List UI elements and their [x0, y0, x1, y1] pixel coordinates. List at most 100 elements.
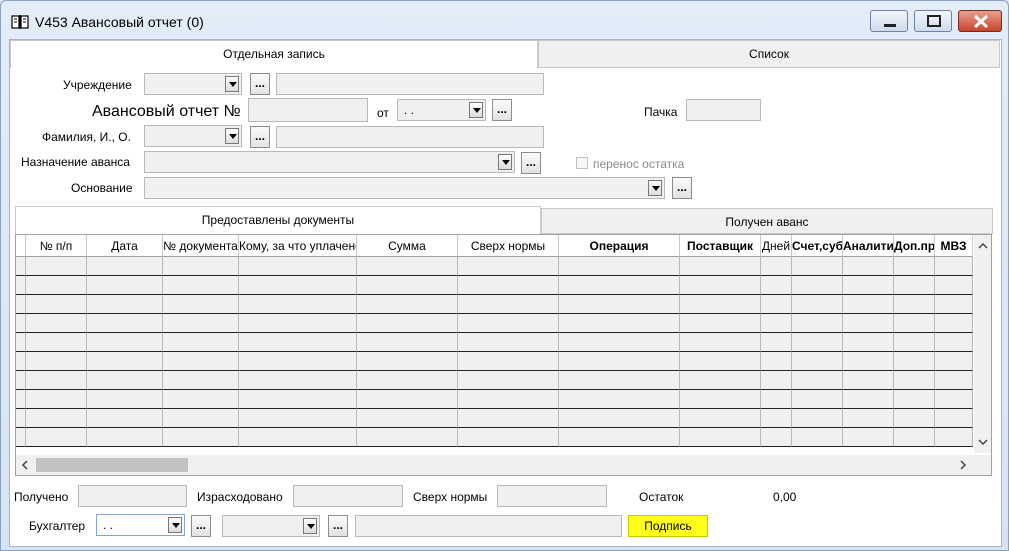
table-cell[interactable] — [843, 314, 894, 333]
tab-single-record[interactable]: Отдельная запись — [10, 40, 538, 68]
table-cell[interactable] — [792, 257, 843, 276]
table-cell[interactable] — [761, 371, 792, 390]
table-cell[interactable] — [843, 390, 894, 409]
table-cell[interactable] — [357, 390, 458, 409]
table-cell[interactable] — [458, 409, 559, 428]
chevron-down-icon[interactable] — [225, 76, 239, 92]
table-cell[interactable] — [559, 333, 680, 352]
table-cell[interactable] — [792, 352, 843, 371]
table-cell[interactable] — [559, 257, 680, 276]
table-cell[interactable] — [163, 409, 239, 428]
table-cell[interactable] — [761, 276, 792, 295]
table-cell[interactable] — [357, 314, 458, 333]
table-cell[interactable] — [87, 276, 163, 295]
table-cell[interactable] — [894, 428, 935, 447]
table-cell[interactable] — [843, 428, 894, 447]
chevron-left-icon[interactable] — [16, 455, 34, 475]
table-cell[interactable] — [761, 333, 792, 352]
pack-field[interactable] — [686, 99, 761, 121]
name-field[interactable] — [276, 126, 544, 148]
table-cell[interactable] — [935, 333, 973, 352]
grid-column-header[interactable]: Дата — [87, 235, 163, 257]
table-cell[interactable] — [935, 276, 973, 295]
table-cell[interactable] — [163, 390, 239, 409]
table-cell[interactable] — [680, 314, 761, 333]
horizontal-scroll-thumb[interactable] — [36, 458, 188, 472]
table-cell[interactable] — [87, 352, 163, 371]
table-cell[interactable] — [935, 257, 973, 276]
chevron-down-icon[interactable] — [303, 518, 317, 534]
table-cell[interactable] — [894, 409, 935, 428]
accountant-date-combo[interactable]: . . — [96, 514, 185, 536]
table-cell[interactable] — [680, 409, 761, 428]
sign-button[interactable]: Подпись — [628, 515, 708, 537]
table-cell[interactable] — [894, 352, 935, 371]
table-cell[interactable] — [761, 409, 792, 428]
table-cell[interactable] — [680, 333, 761, 352]
grid-column-header[interactable]: МВЗ — [935, 235, 973, 257]
report-number-field[interactable] — [248, 98, 368, 122]
table-cell[interactable] — [87, 257, 163, 276]
table-cell[interactable] — [357, 352, 458, 371]
table-cell[interactable] — [792, 295, 843, 314]
chevron-down-icon[interactable] — [225, 128, 239, 144]
table-cell[interactable] — [761, 352, 792, 371]
table-cell[interactable] — [163, 371, 239, 390]
table-cell[interactable] — [680, 371, 761, 390]
table-cell[interactable] — [843, 276, 894, 295]
table-cell[interactable] — [458, 390, 559, 409]
table-cell[interactable] — [26, 428, 87, 447]
table-cell[interactable] — [680, 295, 761, 314]
row-indicator[interactable] — [16, 371, 26, 390]
table-cell[interactable] — [239, 428, 357, 447]
row-indicator[interactable] — [16, 257, 26, 276]
table-cell[interactable] — [26, 333, 87, 352]
tab-documents-provided[interactable]: Предоставлены документы — [15, 206, 541, 234]
table-cell[interactable] — [87, 409, 163, 428]
table-cell[interactable] — [792, 314, 843, 333]
table-cell[interactable] — [239, 295, 357, 314]
table-cell[interactable] — [163, 314, 239, 333]
institution-name-field[interactable] — [276, 73, 544, 95]
table-cell[interactable] — [26, 371, 87, 390]
table-cell[interactable] — [239, 390, 357, 409]
row-indicator[interactable] — [16, 352, 26, 371]
grid-column-header[interactable]: Сумма — [357, 235, 458, 257]
table-cell[interactable] — [680, 390, 761, 409]
table-cell[interactable] — [239, 314, 357, 333]
accountant-name-field[interactable] — [355, 515, 622, 537]
table-cell[interactable] — [458, 257, 559, 276]
table-cell[interactable] — [843, 257, 894, 276]
table-cell[interactable] — [559, 314, 680, 333]
table-cell[interactable] — [26, 390, 87, 409]
row-indicator[interactable] — [16, 276, 26, 295]
table-cell[interactable] — [894, 390, 935, 409]
table-cell[interactable] — [761, 390, 792, 409]
table-cell[interactable] — [761, 428, 792, 447]
report-date-combo[interactable]: . . — [397, 99, 486, 121]
table-cell[interactable] — [163, 257, 239, 276]
table-cell[interactable] — [357, 333, 458, 352]
row-indicator[interactable] — [16, 333, 26, 352]
tab-advance-received[interactable]: Получен аванс — [541, 208, 993, 234]
vertical-scrollbar[interactable] — [974, 235, 991, 453]
table-cell[interactable] — [761, 295, 792, 314]
table-cell[interactable] — [26, 295, 87, 314]
grid-column-header[interactable]: Сверх нормы — [458, 235, 559, 257]
horizontal-scrollbar[interactable] — [16, 455, 991, 475]
table-cell[interactable] — [792, 371, 843, 390]
table-cell[interactable] — [559, 352, 680, 371]
table-cell[interactable] — [163, 276, 239, 295]
table-cell[interactable] — [87, 371, 163, 390]
table-cell[interactable] — [239, 371, 357, 390]
table-cell[interactable] — [843, 333, 894, 352]
title-bar[interactable]: V453 Авансовый отчет (0) — [1, 1, 1008, 39]
row-indicator[interactable] — [16, 390, 26, 409]
table-cell[interactable] — [87, 295, 163, 314]
table-cell[interactable] — [843, 352, 894, 371]
minimize-button[interactable] — [870, 10, 908, 32]
table-cell[interactable] — [680, 276, 761, 295]
purpose-combo[interactable] — [144, 151, 515, 173]
table-cell[interactable] — [239, 333, 357, 352]
table-cell[interactable] — [87, 314, 163, 333]
